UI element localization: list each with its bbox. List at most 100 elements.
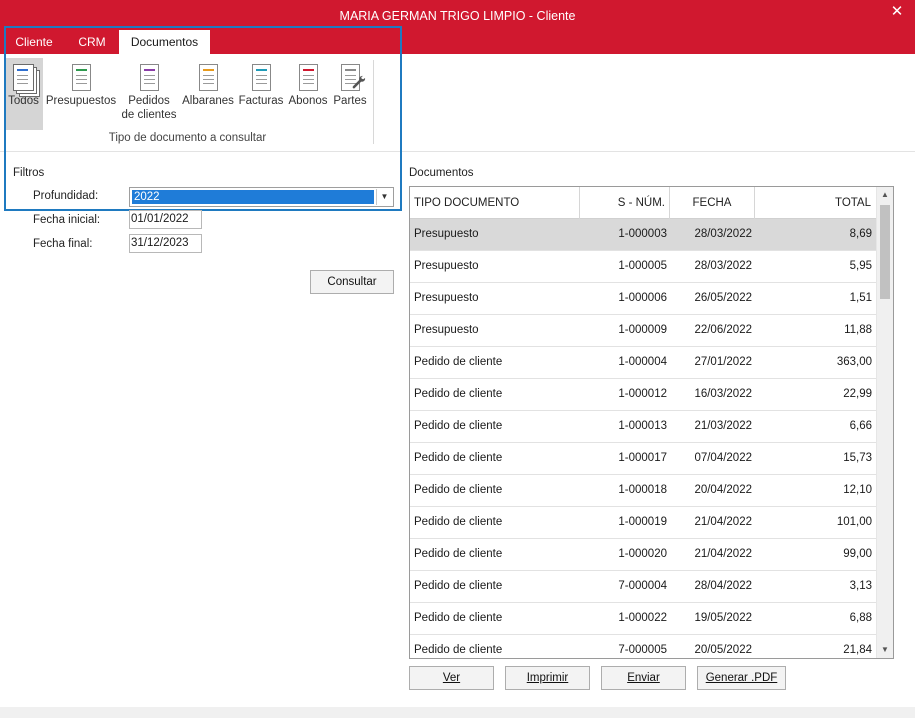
cell-tipo: Presupuesto: [414, 228, 479, 240]
table-row[interactable]: Pedido de cliente 7-000004 28/04/2022 3,13: [410, 571, 877, 603]
cell-fecha: 21/04/2022: [694, 516, 752, 528]
table-row[interactable]: Presupuesto 1-000005 28/03/2022 5,95: [410, 251, 877, 283]
cell-numero: 7-000005: [618, 644, 667, 656]
cell-total: 15,73: [843, 452, 872, 464]
cell-tipo: Pedido de cliente: [414, 484, 503, 496]
column-header-fecha[interactable]: FECHA: [670, 187, 755, 219]
ribbon-button-abonos[interactable]: Abonos: [287, 58, 329, 130]
table-row[interactable]: Pedido de cliente 1-000018 20/04/2022 12,10: [410, 475, 877, 507]
ribbon-button-albaranes[interactable]: Albaranes: [181, 58, 235, 130]
ribbon-button-pedidos[interactable]: Pedidos de clientes: [119, 58, 179, 130]
ribbon-button-presupuestos[interactable]: Presupuestos: [45, 58, 117, 130]
title-bar: MARIA GERMAN TRIGO LIMPIO - Cliente ✕ Cl…: [0, 0, 915, 54]
table-row[interactable]: Pedido de cliente 1-000017 07/04/2022 15,73: [410, 443, 877, 475]
document-wrench-icon: [340, 64, 365, 91]
scroll-down-icon[interactable]: ▼: [877, 642, 893, 658]
cell-tipo: Pedido de cliente: [414, 420, 503, 432]
cell-fecha: 21/03/2022: [694, 420, 752, 432]
table-row[interactable]: Pedido de cliente 1-000022 19/05/2022 6,88: [410, 603, 877, 635]
generar-pdf-button[interactable]: Generar .PDF: [697, 666, 786, 690]
fecha-final-label: Fecha final:: [33, 238, 93, 250]
enviar-button[interactable]: Enviar: [601, 666, 686, 690]
cell-total: 8,69: [849, 228, 872, 240]
ver-label: Ver: [442, 672, 461, 684]
cell-fecha: 26/05/2022: [694, 292, 752, 304]
table-row[interactable]: Pedido de cliente 1-000019 21/04/2022 101,0…: [410, 507, 877, 539]
table-row[interactable]: Presupuesto 1-000006 26/05/2022 1,51: [410, 283, 877, 315]
cell-tipo: Pedido de cliente: [414, 356, 503, 368]
fecha-final-field[interactable]: 31/12/2023: [129, 234, 202, 253]
table-row[interactable]: Pedido de cliente 1-000012 16/03/2022 22,99: [410, 379, 877, 411]
column-header-tipo[interactable]: TIPO DOCUMENTO: [410, 187, 580, 219]
ribbon-group-caption: Tipo de documento a consultar: [108, 132, 267, 144]
stacked-documents-icon: [13, 64, 34, 91]
chevron-down-icon[interactable]: ▼: [376, 189, 392, 205]
cell-tipo: Pedido de cliente: [414, 516, 503, 528]
cell-total: 22,99: [843, 388, 872, 400]
cell-total: 1,51: [849, 292, 872, 304]
ribbon-label: Albaranes: [182, 95, 234, 107]
scroll-thumb[interactable]: [880, 205, 890, 299]
cell-numero: 1-000005: [618, 260, 667, 272]
tab-crm[interactable]: CRM: [66, 30, 118, 54]
table-header: TIPO DOCUMENTO S - NÚM. FECHA TOTAL: [410, 187, 877, 219]
table-row[interactable]: Pedido de cliente 1-000013 21/03/2022 6,66: [410, 411, 877, 443]
cell-numero: 1-000018: [618, 484, 667, 496]
cell-total: 12,10: [843, 484, 872, 496]
ribbon: Todos Presupuestos Pedidos de clientes A…: [0, 54, 915, 152]
cell-fecha: 21/04/2022: [694, 548, 752, 560]
ver-button[interactable]: Ver: [409, 666, 494, 690]
tab-cliente[interactable]: Cliente: [6, 30, 62, 54]
scroll-up-icon[interactable]: ▲: [877, 187, 893, 203]
cell-numero: 1-000012: [618, 388, 667, 400]
table-row[interactable]: Pedido de cliente 1-000020 21/04/2022 99,00: [410, 539, 877, 571]
cell-fecha: 28/03/2022: [694, 260, 752, 272]
table-row[interactable]: Presupuesto 1-000003 28/03/2022 8,69: [410, 219, 877, 251]
cell-tipo: Pedido de cliente: [414, 644, 503, 656]
cell-total: 21,84: [843, 644, 872, 656]
cell-numero: 1-000003: [618, 228, 667, 240]
documents-table: TIPO DOCUMENTO S - NÚM. FECHA TOTAL Pres…: [409, 186, 894, 659]
table-body: Presupuesto 1-000003 28/03/2022 8,69 Presupu…: [410, 219, 877, 658]
window-title: MARIA GERMAN TRIGO LIMPIO - Cliente: [339, 9, 576, 23]
consultar-button[interactable]: Consultar: [310, 270, 394, 294]
cell-tipo: Presupuesto: [414, 292, 479, 304]
generar-pdf-label: Generar .PDF: [705, 672, 778, 684]
profundidad-label: Profundidad:: [33, 190, 99, 202]
column-header-numero[interactable]: S - NÚM.: [580, 187, 670, 219]
documents-title: Documentos: [409, 167, 474, 179]
cell-total: 363,00: [836, 356, 872, 368]
table-row[interactable]: Pedido de cliente 1-000004 27/01/2022 363,0…: [410, 347, 877, 379]
imprimir-button[interactable]: Imprimir: [505, 666, 590, 690]
document-green-icon: [71, 64, 91, 91]
ribbon-button-facturas[interactable]: Facturas: [237, 58, 285, 130]
vertical-scrollbar[interactable]: ▲ ▼: [876, 187, 893, 658]
column-header-total[interactable]: TOTAL: [755, 187, 877, 219]
cell-fecha: 16/03/2022: [694, 388, 752, 400]
cell-tipo: Presupuesto: [414, 324, 479, 336]
status-strip: [0, 707, 915, 718]
fecha-inicial-field[interactable]: 01/01/2022: [129, 210, 202, 229]
cell-tipo: Presupuesto: [414, 260, 479, 272]
cell-tipo: Pedido de cliente: [414, 612, 503, 624]
cell-fecha: 19/05/2022: [694, 612, 752, 624]
ribbon-button-partes[interactable]: Partes: [331, 58, 369, 130]
document-orange-icon: [198, 64, 218, 91]
cell-numero: 1-000017: [618, 452, 667, 464]
cell-numero: 1-000019: [618, 516, 667, 528]
tab-documentos[interactable]: Documentos: [119, 30, 210, 54]
cell-fecha: 07/04/2022: [694, 452, 752, 464]
table-row[interactable]: Presupuesto 1-000009 22/06/2022 11,88: [410, 315, 877, 347]
cell-numero: 1-000020: [618, 548, 667, 560]
cell-total: 6,88: [849, 612, 872, 624]
close-icon[interactable]: ✕: [887, 3, 907, 23]
cell-tipo: Pedido de cliente: [414, 388, 503, 400]
filters-title: Filtros: [13, 167, 45, 179]
ribbon-label: Partes: [333, 95, 367, 107]
ribbon-button-todos[interactable]: Todos: [4, 58, 43, 130]
cell-total: 3,13: [849, 580, 872, 592]
table-row[interactable]: Pedido de cliente 7-000005 20/05/2022 21,84: [410, 635, 877, 658]
cell-fecha: 27/01/2022: [694, 356, 752, 368]
profundidad-select[interactable]: 2022 ▼: [129, 187, 394, 207]
ribbon-group-separator: [373, 60, 374, 144]
